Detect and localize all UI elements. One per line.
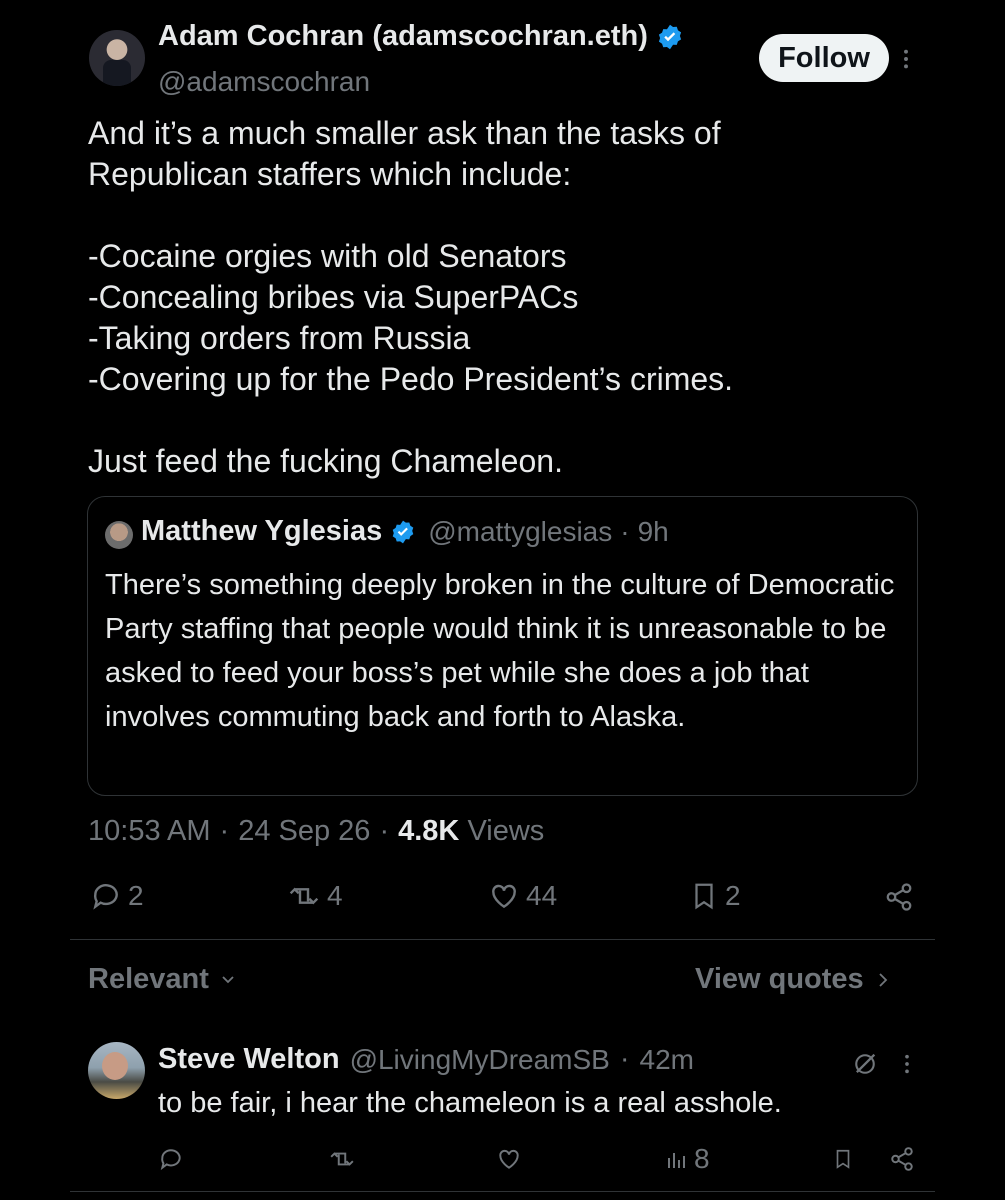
verified-badge-icon xyxy=(390,519,416,545)
retweet-icon xyxy=(287,880,321,912)
reply-icon xyxy=(90,880,122,912)
separator-dot: · xyxy=(219,815,230,847)
more-options-icon[interactable] xyxy=(899,48,913,70)
reply-share-icon[interactable] xyxy=(889,1146,915,1172)
reply-author-handle[interactable]: @LivingMyDreamSB xyxy=(350,1044,610,1076)
chevron-right-icon xyxy=(878,972,888,988)
like-button[interactable]: 44 xyxy=(488,880,557,912)
tweet-time[interactable]: 10:53 AM xyxy=(88,815,211,848)
reply-retweet-icon[interactable] xyxy=(328,1146,356,1172)
author-handle[interactable]: @adamscochran xyxy=(158,66,370,98)
quote-timestamp: 9h xyxy=(637,515,669,547)
reply-timestamp[interactable]: 42m xyxy=(640,1044,694,1076)
quoted-tweet[interactable]: Matthew Yglesias @mattyglesias · 9h Ther… xyxy=(87,496,918,796)
quote-author-handle: @mattyglesias xyxy=(428,515,613,547)
quote-author-name: Matthew Yglesias xyxy=(141,515,383,547)
author-name[interactable]: Adam Cochran (adamscochran.eth) xyxy=(158,20,648,53)
reply-bookmark-icon[interactable] xyxy=(832,1146,854,1172)
quote-author-avatar xyxy=(105,521,133,549)
sort-label: Relevant xyxy=(88,963,209,995)
separator-dot: · xyxy=(619,1043,630,1075)
reply-views-count: 8 xyxy=(694,1143,710,1174)
reply-text: to be fair, i hear the chameleon is a re… xyxy=(158,1087,782,1119)
reply-author-name[interactable]: Steve Welton xyxy=(158,1043,340,1076)
like-count: 44 xyxy=(526,880,558,911)
chevron-down-icon xyxy=(221,975,235,985)
reply-comment-icon[interactable] xyxy=(158,1146,184,1172)
retweet-button[interactable]: 4 xyxy=(287,880,343,912)
quote-text: There’s something deeply broken in the c… xyxy=(105,569,895,733)
bookmark-count: 2 xyxy=(725,880,741,911)
bookmark-button[interactable]: 2 xyxy=(689,880,741,912)
views-label: Views xyxy=(467,815,545,847)
tweet-text: And it’s a much smaller ask than the tas… xyxy=(88,115,734,479)
tweet-date[interactable]: 24 Sep 26 xyxy=(238,815,370,848)
divider xyxy=(70,939,935,940)
sort-replies-dropdown[interactable]: Relevant xyxy=(88,963,235,996)
view-quotes-link[interactable]: View quotes xyxy=(695,963,888,996)
bookmark-icon xyxy=(689,880,719,912)
follow-button[interactable]: Follow xyxy=(759,34,889,82)
views-count: 4.8K xyxy=(398,815,460,847)
reply-count: 2 xyxy=(128,880,144,911)
separator-dot: · xyxy=(379,815,390,847)
separator-dot: · xyxy=(620,515,630,547)
retweet-count: 4 xyxy=(327,880,343,911)
reply-author-avatar[interactable] xyxy=(88,1042,145,1099)
divider xyxy=(70,1191,935,1192)
reply-heart-icon[interactable] xyxy=(496,1146,522,1172)
author-avatar[interactable] xyxy=(89,30,145,86)
reply-views-button[interactable]: 8 xyxy=(664,1143,710,1175)
reply-button[interactable]: 2 xyxy=(90,880,144,912)
verified-badge-icon xyxy=(656,23,684,51)
heart-icon xyxy=(488,880,520,912)
share-icon[interactable] xyxy=(884,882,914,912)
reply-more-options-icon[interactable] xyxy=(902,1053,912,1075)
view-quotes-label: View quotes xyxy=(695,963,864,995)
analytics-icon xyxy=(664,1146,688,1172)
grok-icon[interactable] xyxy=(851,1050,879,1078)
